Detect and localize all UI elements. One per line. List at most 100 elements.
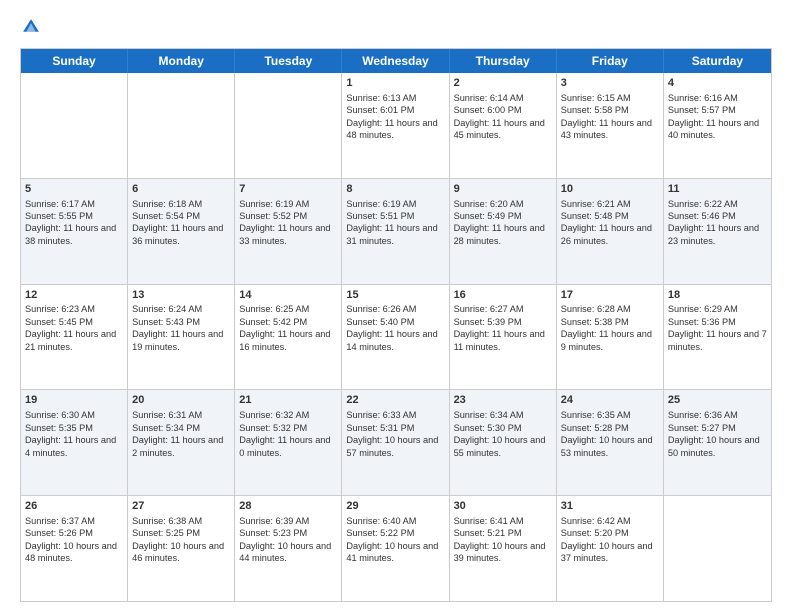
day-number: 10 [561, 182, 659, 197]
day-info: Daylight: 11 hours and 33 minutes. [239, 222, 337, 247]
day-info: Sunset: 5:30 PM [454, 422, 552, 434]
day-info: Sunrise: 6:35 AM [561, 409, 659, 421]
day-info: Sunrise: 6:41 AM [454, 515, 552, 527]
day-info: Sunset: 5:35 PM [25, 422, 123, 434]
day-number: 1 [346, 76, 444, 91]
day-info: Daylight: 10 hours and 46 minutes. [132, 540, 230, 565]
day-info: Sunrise: 6:36 AM [668, 409, 767, 421]
empty-cell-0-2 [235, 73, 342, 178]
empty-cell-0-1 [128, 73, 235, 178]
day-info: Sunset: 5:39 PM [454, 316, 552, 328]
day-info: Sunset: 5:32 PM [239, 422, 337, 434]
day-info: Sunrise: 6:17 AM [25, 198, 123, 210]
day-info: Daylight: 11 hours and 28 minutes. [454, 222, 552, 247]
day-info: Daylight: 11 hours and 48 minutes. [346, 117, 444, 142]
day-info: Sunrise: 6:38 AM [132, 515, 230, 527]
day-info: Sunset: 5:54 PM [132, 210, 230, 222]
header-cell-tuesday: Tuesday [235, 49, 342, 73]
day-info: Sunrise: 6:16 AM [668, 92, 767, 104]
day-cell-27: 27Sunrise: 6:38 AMSunset: 5:25 PMDayligh… [128, 496, 235, 601]
header-cell-thursday: Thursday [450, 49, 557, 73]
calendar: SundayMondayTuesdayWednesdayThursdayFrid… [20, 48, 772, 602]
day-cell-28: 28Sunrise: 6:39 AMSunset: 5:23 PMDayligh… [235, 496, 342, 601]
day-info: Sunrise: 6:28 AM [561, 303, 659, 315]
day-cell-9: 9Sunrise: 6:20 AMSunset: 5:49 PMDaylight… [450, 179, 557, 284]
logo-icon [20, 16, 42, 38]
day-number: 15 [346, 288, 444, 303]
day-info: Daylight: 10 hours and 55 minutes. [454, 434, 552, 459]
day-info: Daylight: 11 hours and 14 minutes. [346, 328, 444, 353]
day-info: Sunrise: 6:15 AM [561, 92, 659, 104]
day-cell-16: 16Sunrise: 6:27 AMSunset: 5:39 PMDayligh… [450, 285, 557, 390]
day-info: Daylight: 11 hours and 43 minutes. [561, 117, 659, 142]
header-cell-sunday: Sunday [21, 49, 128, 73]
day-number: 8 [346, 182, 444, 197]
day-number: 4 [668, 76, 767, 91]
day-info: Sunrise: 6:19 AM [346, 198, 444, 210]
day-info: Sunset: 5:49 PM [454, 210, 552, 222]
day-info: Sunset: 5:21 PM [454, 527, 552, 539]
day-info: Daylight: 11 hours and 16 minutes. [239, 328, 337, 353]
calendar-row-3: 19Sunrise: 6:30 AMSunset: 5:35 PMDayligh… [21, 389, 771, 495]
day-info: Sunset: 6:01 PM [346, 104, 444, 116]
day-number: 9 [454, 182, 552, 197]
day-number: 30 [454, 499, 552, 514]
day-number: 26 [25, 499, 123, 514]
day-info: Daylight: 10 hours and 48 minutes. [25, 540, 123, 565]
day-cell-14: 14Sunrise: 6:25 AMSunset: 5:42 PMDayligh… [235, 285, 342, 390]
header-cell-monday: Monday [128, 49, 235, 73]
day-cell-18: 18Sunrise: 6:29 AMSunset: 5:36 PMDayligh… [664, 285, 771, 390]
day-info: Sunrise: 6:42 AM [561, 515, 659, 527]
day-info: Sunrise: 6:25 AM [239, 303, 337, 315]
day-cell-23: 23Sunrise: 6:34 AMSunset: 5:30 PMDayligh… [450, 390, 557, 495]
day-cell-8: 8Sunrise: 6:19 AMSunset: 5:51 PMDaylight… [342, 179, 449, 284]
day-info: Sunrise: 6:27 AM [454, 303, 552, 315]
day-number: 23 [454, 393, 552, 408]
day-info: Sunset: 5:55 PM [25, 210, 123, 222]
header-cell-saturday: Saturday [664, 49, 771, 73]
day-cell-26: 26Sunrise: 6:37 AMSunset: 5:26 PMDayligh… [21, 496, 128, 601]
day-cell-29: 29Sunrise: 6:40 AMSunset: 5:22 PMDayligh… [342, 496, 449, 601]
day-cell-31: 31Sunrise: 6:42 AMSunset: 5:20 PMDayligh… [557, 496, 664, 601]
calendar-row-4: 26Sunrise: 6:37 AMSunset: 5:26 PMDayligh… [21, 495, 771, 601]
day-cell-17: 17Sunrise: 6:28 AMSunset: 5:38 PMDayligh… [557, 285, 664, 390]
day-info: Sunset: 5:45 PM [25, 316, 123, 328]
day-cell-22: 22Sunrise: 6:33 AMSunset: 5:31 PMDayligh… [342, 390, 449, 495]
day-number: 6 [132, 182, 230, 197]
day-info: Sunrise: 6:34 AM [454, 409, 552, 421]
day-number: 5 [25, 182, 123, 197]
calendar-header: SundayMondayTuesdayWednesdayThursdayFrid… [21, 49, 771, 73]
day-number: 20 [132, 393, 230, 408]
day-number: 14 [239, 288, 337, 303]
day-cell-13: 13Sunrise: 6:24 AMSunset: 5:43 PMDayligh… [128, 285, 235, 390]
day-info: Sunrise: 6:33 AM [346, 409, 444, 421]
day-info: Sunset: 5:38 PM [561, 316, 659, 328]
day-info: Daylight: 11 hours and 38 minutes. [25, 222, 123, 247]
day-info: Daylight: 11 hours and 31 minutes. [346, 222, 444, 247]
day-number: 11 [668, 182, 767, 197]
day-info: Daylight: 11 hours and 40 minutes. [668, 117, 767, 142]
day-info: Daylight: 10 hours and 50 minutes. [668, 434, 767, 459]
day-number: 25 [668, 393, 767, 408]
day-info: Sunrise: 6:24 AM [132, 303, 230, 315]
header-cell-wednesday: Wednesday [342, 49, 449, 73]
day-info: Sunrise: 6:32 AM [239, 409, 337, 421]
day-info: Sunset: 6:00 PM [454, 104, 552, 116]
day-info: Daylight: 11 hours and 4 minutes. [25, 434, 123, 459]
day-cell-4: 4Sunrise: 6:16 AMSunset: 5:57 PMDaylight… [664, 73, 771, 178]
day-info: Sunrise: 6:13 AM [346, 92, 444, 104]
calendar-row-1: 5Sunrise: 6:17 AMSunset: 5:55 PMDaylight… [21, 178, 771, 284]
day-number: 21 [239, 393, 337, 408]
calendar-row-2: 12Sunrise: 6:23 AMSunset: 5:45 PMDayligh… [21, 284, 771, 390]
day-info: Sunrise: 6:37 AM [25, 515, 123, 527]
calendar-row-0: 1Sunrise: 6:13 AMSunset: 6:01 PMDaylight… [21, 73, 771, 178]
day-info: Sunset: 5:25 PM [132, 527, 230, 539]
day-cell-30: 30Sunrise: 6:41 AMSunset: 5:21 PMDayligh… [450, 496, 557, 601]
day-info: Daylight: 11 hours and 19 minutes. [132, 328, 230, 353]
header-cell-friday: Friday [557, 49, 664, 73]
day-info: Sunset: 5:42 PM [239, 316, 337, 328]
day-cell-6: 6Sunrise: 6:18 AMSunset: 5:54 PMDaylight… [128, 179, 235, 284]
day-info: Daylight: 11 hours and 7 minutes. [668, 328, 767, 353]
day-number: 2 [454, 76, 552, 91]
day-info: Sunset: 5:27 PM [668, 422, 767, 434]
